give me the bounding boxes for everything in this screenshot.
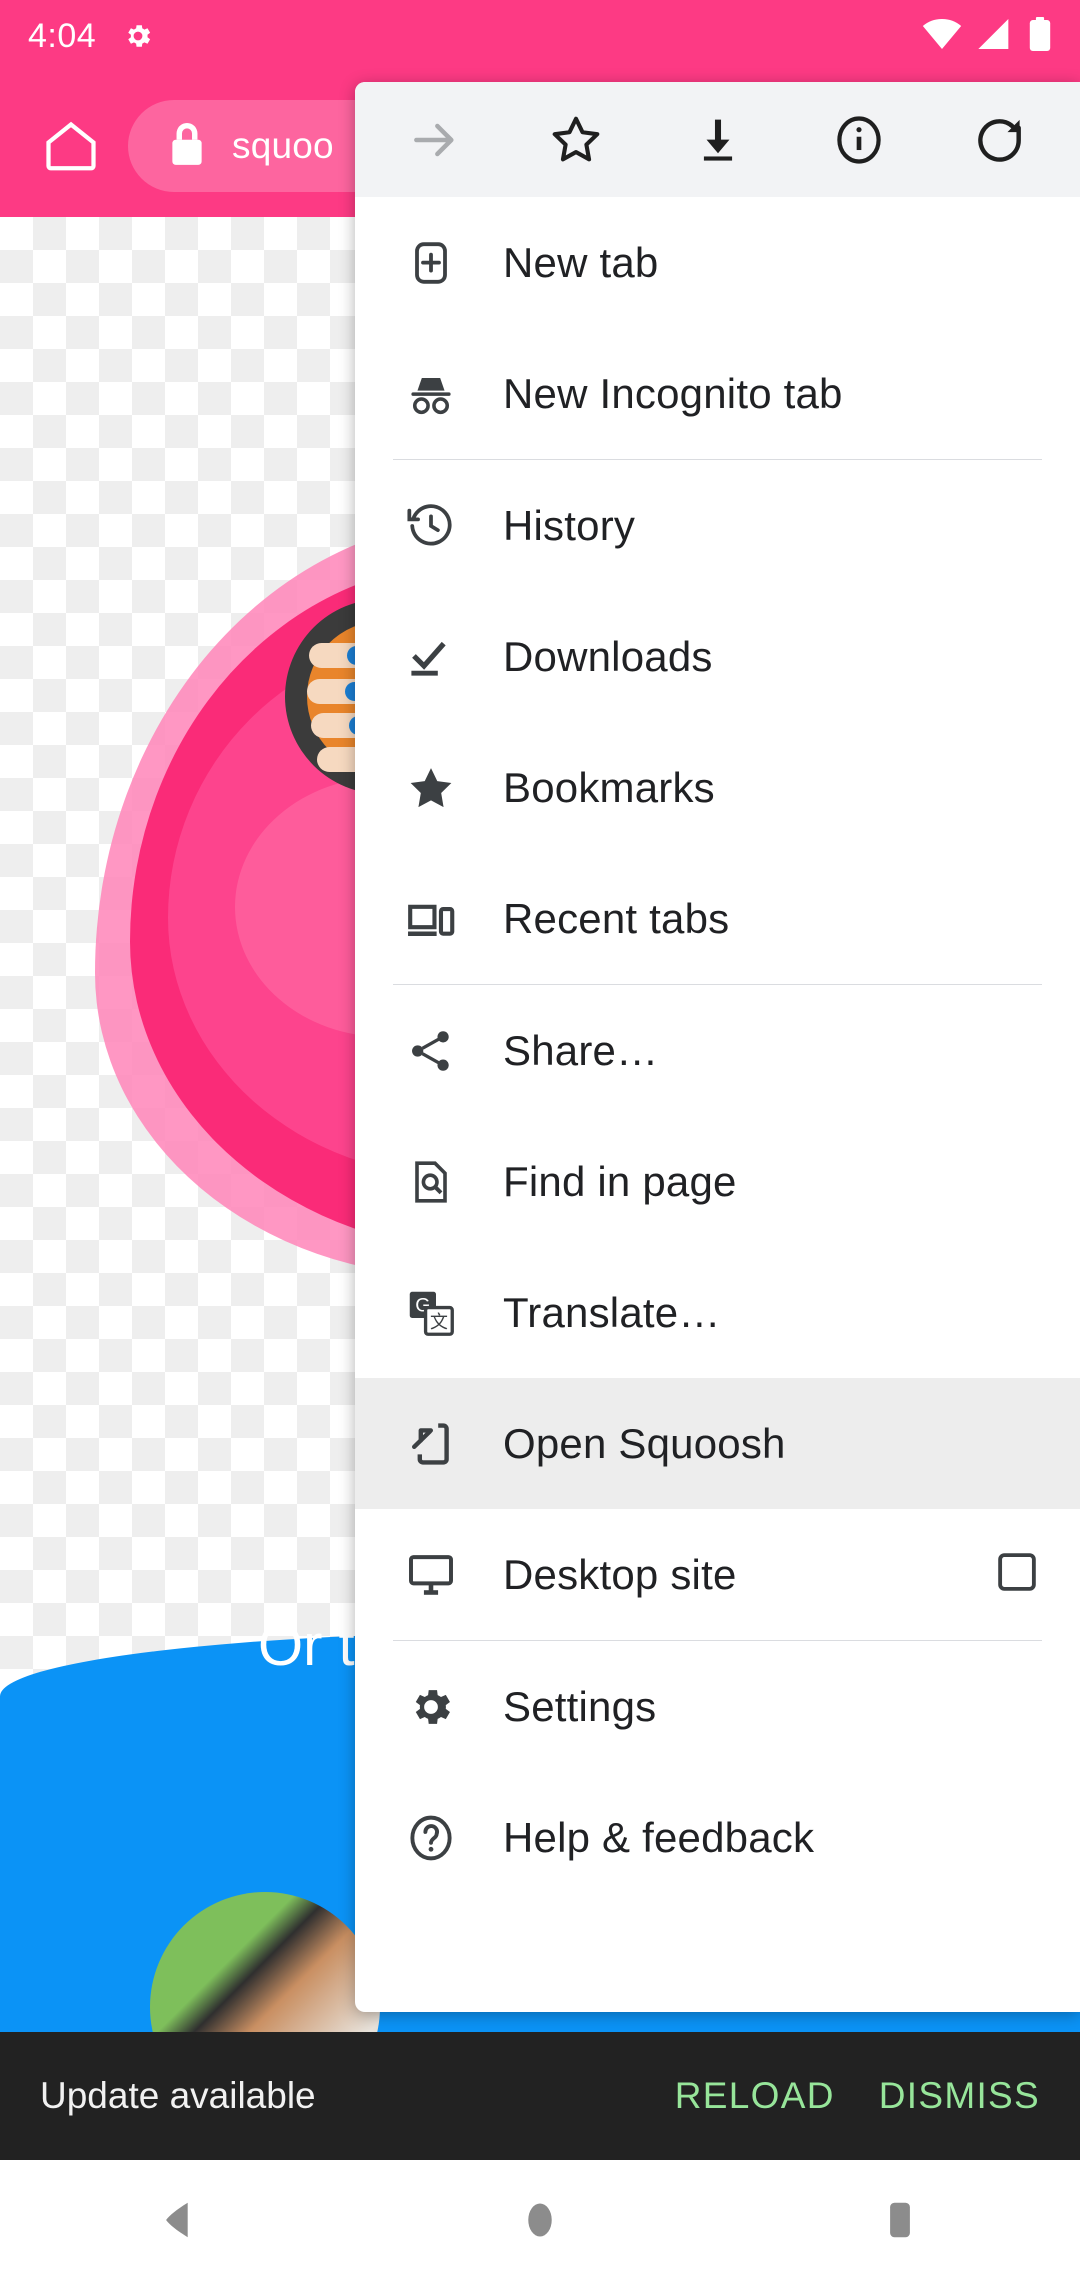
- menu-item-downloads[interactable]: Downloads: [355, 591, 1080, 722]
- menu-item-label: New Incognito tab: [503, 369, 843, 417]
- back-triangle-icon[interactable]: [100, 2160, 260, 2280]
- menu-item-label: Translate…: [503, 1288, 721, 1336]
- menu-item-recent-tabs[interactable]: Recent tabs: [355, 853, 1080, 984]
- star-filled-icon: [403, 760, 459, 816]
- menu-toolbar: [355, 82, 1080, 197]
- menu-item-find-in-page[interactable]: Find in page: [355, 1116, 1080, 1247]
- menu-item-label: Find in page: [503, 1157, 737, 1205]
- menu-item-label: Share…: [503, 1026, 659, 1074]
- menu-item-help-feedback[interactable]: Help & feedback: [355, 1772, 1080, 1903]
- star-outline-icon[interactable]: [530, 94, 622, 186]
- menu-item-label: Desktop site: [503, 1550, 737, 1598]
- update-snackbar: Update available RELOAD DISMISS: [0, 2032, 1080, 2160]
- menu-item-new-tab[interactable]: New tab: [355, 197, 1080, 328]
- menu-item-bookmarks[interactable]: Bookmarks: [355, 722, 1080, 853]
- recent-tabs-icon: [403, 891, 459, 947]
- menu-item-label: Downloads: [503, 632, 713, 680]
- menu-item-new-incognito-tab[interactable]: New Incognito tab: [355, 328, 1080, 459]
- recents-square-icon[interactable]: [820, 2160, 980, 2280]
- snackbar-message: Update available: [40, 2075, 316, 2116]
- status-clock: 4:04: [28, 16, 97, 55]
- dismiss-button[interactable]: DISMISS: [879, 2075, 1040, 2117]
- gear-icon: [403, 1679, 459, 1735]
- help-icon: [403, 1810, 459, 1866]
- menu-item-label: New tab: [503, 238, 659, 286]
- desktop-icon: [403, 1547, 459, 1603]
- chrome-app-menu: New tab New Incognito tab History Downlo…: [355, 82, 1080, 2012]
- reload-icon[interactable]: [954, 94, 1046, 186]
- find-in-page-icon: [403, 1154, 459, 1210]
- new-tab-icon: [403, 235, 459, 291]
- menu-item-label: Recent tabs: [503, 894, 730, 942]
- android-nav-bar: [0, 2160, 1080, 2280]
- menu-item-label: Help & feedback: [503, 1813, 815, 1861]
- history-icon: [403, 498, 459, 554]
- download-icon[interactable]: [672, 94, 764, 186]
- open-in-app-icon: [403, 1416, 459, 1472]
- menu-item-desktop-site[interactable]: Desktop site: [355, 1509, 1080, 1640]
- battery-icon: [1028, 16, 1052, 56]
- menu-item-translate[interactable]: G 文 Translate…: [355, 1247, 1080, 1378]
- home-icon[interactable]: [25, 100, 117, 192]
- status-bar: 4:04: [0, 0, 1080, 72]
- menu-item-label: Bookmarks: [503, 763, 715, 811]
- desktop-site-checkbox[interactable]: [994, 1549, 1040, 1600]
- menu-item-label: Open Squoosh: [503, 1419, 786, 1467]
- menu-item-label: Settings: [503, 1682, 657, 1730]
- menu-item-history[interactable]: History: [355, 460, 1080, 591]
- reload-button[interactable]: RELOAD: [675, 2075, 835, 2117]
- incognito-icon: [403, 366, 459, 422]
- gear-icon: [122, 20, 154, 52]
- lock-icon: [166, 123, 208, 169]
- translate-icon: G 文: [403, 1285, 459, 1341]
- home-circle-icon[interactable]: [460, 2160, 620, 2280]
- info-icon[interactable]: [813, 94, 905, 186]
- share-icon: [403, 1023, 459, 1079]
- url-text: squoo: [232, 125, 334, 166]
- page-headline: Or t: [258, 1613, 355, 1678]
- forward-icon[interactable]: [389, 94, 481, 186]
- downloads-icon: [403, 629, 459, 685]
- menu-item-share[interactable]: Share…: [355, 985, 1080, 1116]
- menu-item-open-squoosh[interactable]: Open Squoosh: [355, 1378, 1080, 1509]
- menu-item-list: New tab New Incognito tab History Downlo…: [355, 197, 1080, 1903]
- menu-item-settings[interactable]: Settings: [355, 1641, 1080, 1772]
- wifi-icon: [922, 18, 962, 54]
- svg-text:文: 文: [430, 1312, 448, 1332]
- menu-item-label: History: [503, 501, 636, 549]
- phone-screen: 4:04 squoo Or t New tab New Incognito ta…: [0, 0, 1080, 2280]
- cell-signal-icon: [978, 18, 1012, 54]
